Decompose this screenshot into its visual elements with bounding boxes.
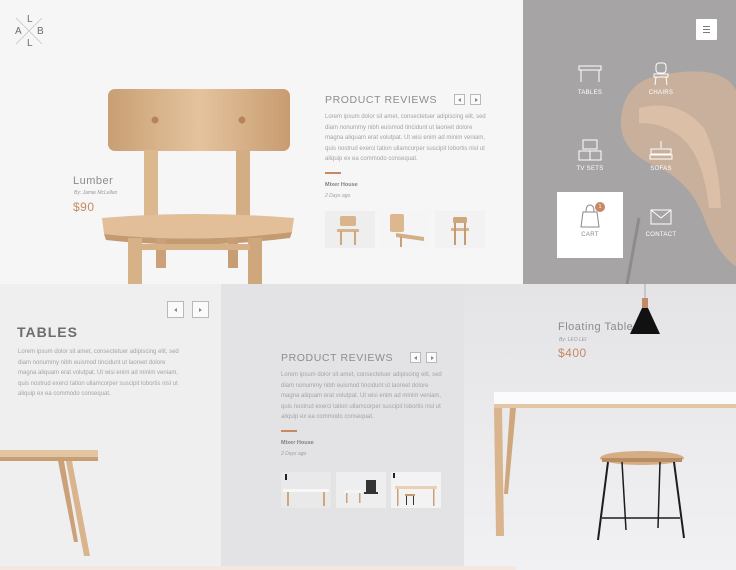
- menu-item-label: CART: [581, 232, 599, 238]
- review-thumbnail[interactable]: [325, 211, 375, 248]
- review-thumbnail[interactable]: [380, 211, 430, 248]
- menu-item-label: TV SETS: [576, 166, 604, 172]
- hero-panel: L A B L Lumber By: Jamie McLellan $90 PR…: [0, 0, 523, 284]
- tables-heading: TABLES: [17, 324, 78, 340]
- menu-item-tables[interactable]: TABLES: [557, 50, 623, 116]
- floating-table-panel: Floating Table By: LEO LEI $400: [464, 284, 736, 570]
- product-designer: By: Jamie McLellan: [74, 190, 118, 196]
- review-author: Mixer House: [281, 440, 314, 446]
- tables-next-button[interactable]: [192, 301, 209, 318]
- review-thumbnail[interactable]: [281, 472, 331, 508]
- menu-item-cart[interactable]: 1 CART: [557, 192, 623, 258]
- tv-set-icon: [578, 139, 602, 161]
- logo-letter: L: [27, 38, 33, 49]
- reviews-next-button[interactable]: [426, 352, 437, 363]
- menu-item-contact[interactable]: CONTACT: [628, 192, 694, 258]
- product-name[interactable]: Floating Table: [558, 321, 633, 333]
- chair-icon: [653, 62, 669, 86]
- table-icon: [578, 65, 602, 82]
- logo-letter: B: [37, 26, 44, 37]
- review-divider: [281, 430, 297, 432]
- menu-item-label: TABLES: [577, 90, 603, 96]
- menu-item-label: CONTACT: [645, 232, 677, 238]
- category-menu-panel: TABLES CHAIRS TV SETS SOFAS 1 CART CONTA…: [523, 0, 736, 284]
- reviews-title: PRODUCT REVIEWS: [281, 352, 394, 364]
- review-date: 2 Days ago: [325, 193, 351, 199]
- product-price: $90: [73, 200, 95, 214]
- cart-count-badge: 1: [595, 202, 605, 212]
- product-name[interactable]: Lumber: [73, 175, 113, 187]
- menu-item-label: CHAIRS: [648, 90, 674, 96]
- review-date: 2 Days ago: [281, 451, 307, 457]
- logo-letter: A: [15, 26, 22, 37]
- floating-table-image[interactable]: [488, 390, 736, 570]
- menu-item-label: SOFAS: [650, 166, 672, 172]
- review-thumbnail[interactable]: [336, 472, 386, 508]
- reviews-title: PRODUCT REVIEWS: [325, 94, 438, 106]
- menu-item-tv-sets[interactable]: TV SETS: [557, 126, 623, 192]
- reviews-prev-button[interactable]: [454, 94, 465, 105]
- table-reviews-panel: PRODUCT REVIEWS Lorem ipsum dolor sit am…: [221, 284, 464, 570]
- hamburger-menu-button[interactable]: [696, 19, 717, 40]
- bottom-accent-strip: [0, 566, 516, 570]
- sofa-icon: [649, 141, 673, 160]
- lumber-chair-image[interactable]: [96, 86, 300, 284]
- review-text: Lorem ipsum dolor sit amet, consectetuer…: [325, 114, 486, 162]
- reviews-next-button[interactable]: [470, 94, 481, 105]
- review-divider: [325, 172, 341, 174]
- menu-item-chairs[interactable]: CHAIRS: [628, 50, 694, 116]
- tables-description: Lorem ipsum dolor sit amet, consectetuer…: [18, 349, 179, 397]
- review-author: Mixer House: [325, 182, 358, 188]
- reviews-prev-button[interactable]: [410, 352, 421, 363]
- table-corner-image[interactable]: [0, 446, 110, 570]
- review-thumbnail[interactable]: [391, 472, 441, 508]
- logo-letter: L: [27, 14, 33, 25]
- tables-category-panel: TABLES Lorem ipsum dolor sit amet, conse…: [0, 284, 221, 570]
- product-price: $400: [558, 346, 587, 360]
- product-designer: By: LEO LEI: [559, 337, 587, 343]
- envelope-icon: [650, 209, 672, 225]
- review-thumbnail[interactable]: [435, 211, 485, 248]
- tables-prev-button[interactable]: [167, 301, 184, 318]
- brand-logo[interactable]: L A B L: [12, 14, 46, 49]
- review-text: Lorem ipsum dolor sit amet, consectetuer…: [281, 372, 442, 420]
- menu-item-sofas[interactable]: SOFAS: [628, 126, 694, 192]
